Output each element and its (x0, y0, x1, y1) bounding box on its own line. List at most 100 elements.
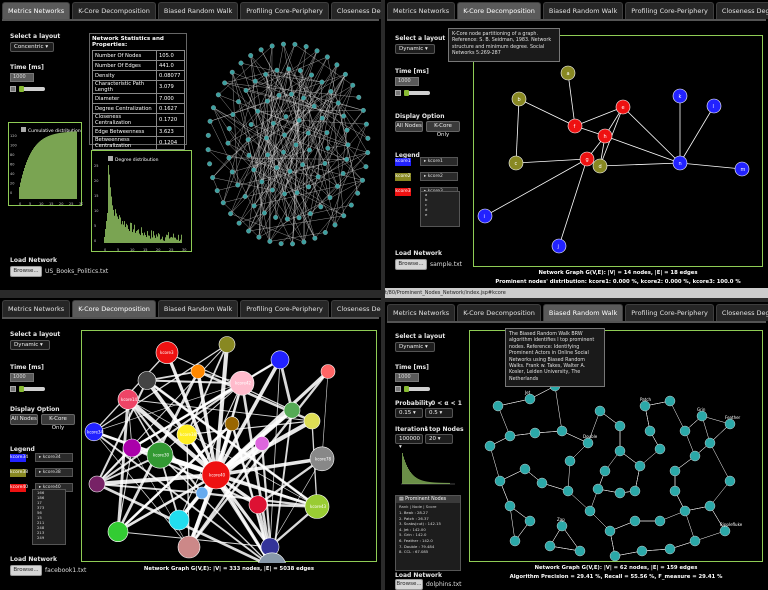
legend-toggle-kcore1[interactable]: ▸ kcore1 (420, 157, 458, 166)
graph-node (334, 62, 340, 68)
prominent-nodes-list[interactable]: 1. Beak : 28.27 2. Patch : 26.37 3. Scabs(… (396, 510, 460, 555)
kcore-only-button[interactable]: K-Core Only (41, 414, 75, 431)
tab-closeness[interactable]: Closeness Degree Algorithm (715, 2, 768, 19)
tab-kcore[interactable]: K-Core Decomposition (72, 2, 156, 19)
prominent-nodes-title: ▤ Prominent Nodes (396, 496, 460, 503)
layout-select[interactable]: Concentric ▾ (10, 42, 54, 52)
tab-closeness[interactable]: Closeness Degree Algorithm (715, 304, 768, 321)
legend-toggle-label: kcore38 (42, 470, 61, 475)
all-nodes-button[interactable]: All Nodes (395, 121, 423, 132)
kcore-only-button[interactable]: K-Core Only (426, 121, 460, 138)
node-list[interactable]: abcde (420, 191, 460, 227)
degree-bar (121, 224, 122, 243)
tab-metrics-networks[interactable]: Metrics Networks (387, 2, 456, 19)
histogram-bar (411, 473, 412, 484)
network-graph-svg[interactable]: a b c d e f g h i j k l m n (474, 36, 764, 268)
layout-select[interactable]: Dynamic ▾ (10, 340, 50, 350)
graph-node (246, 152, 252, 158)
tab-profiling[interactable]: Profiling Core-Periphery (240, 2, 329, 19)
graph-node (342, 71, 348, 77)
graph-node (243, 87, 249, 93)
browse-button[interactable]: Browse... (395, 259, 427, 270)
list-item[interactable]: 249 (33, 535, 65, 540)
screenshot-collage: Metrics Networks K-Core Decomposition Bi… (0, 0, 768, 590)
stats-key: Degree Centralization (92, 103, 157, 114)
time-slider[interactable] (19, 86, 45, 92)
toggle-box[interactable] (395, 90, 401, 96)
time-slider[interactable] (404, 386, 430, 392)
top-nodes-select[interactable]: 20 ▾ (425, 434, 453, 444)
graph-node (556, 425, 568, 437)
graph-node-label: kcore14 (121, 397, 138, 402)
tab-biased-random-walk[interactable]: Biased Random Walk (157, 2, 239, 19)
y-tick-label: 10 (94, 209, 98, 213)
alpha-select[interactable]: 0.5 ▾ (425, 408, 453, 418)
legend-toggle-kcore38[interactable]: ▸ kcore38 (35, 468, 73, 477)
tab-profiling[interactable]: Profiling Core-Periphery (625, 304, 714, 321)
cumulative-bar (35, 145, 36, 199)
degree-bar (139, 233, 140, 243)
graph-node (355, 190, 361, 196)
time-slider[interactable] (19, 386, 45, 392)
layout-select[interactable]: Dynamic ▾ (395, 342, 435, 352)
time-input[interactable]: 1000 (395, 373, 419, 382)
network-graph-concentric[interactable] (202, 26, 374, 266)
tab-biased-random-walk[interactable]: Biased Random Walk (542, 2, 624, 19)
tab-metrics-networks[interactable]: Metrics Networks (2, 2, 71, 19)
url-bar[interactable]: t/80/Prominent_Nodes_Network/index.jsp#k… (385, 288, 768, 298)
browse-button[interactable]: Browse... (395, 579, 423, 590)
browse-button[interactable]: Browse... (10, 266, 42, 277)
graph-edge (338, 102, 358, 194)
probability-select[interactable]: 0.15 ▾ (395, 408, 423, 418)
toggle-box[interactable] (10, 386, 16, 392)
legend-toggle-kcore2[interactable]: ▸ kcore2 (420, 172, 458, 181)
tab-biased-random-walk[interactable]: Biased Random Walk (157, 300, 239, 317)
y-tick-label: 120 (10, 134, 17, 138)
degree-bar (124, 221, 125, 243)
tab-kcore[interactable]: K-Core Decomposition (457, 304, 541, 321)
histogram-bar (434, 482, 435, 484)
graph-node-j (551, 238, 567, 254)
cumulative-bar (63, 132, 64, 199)
time-input[interactable]: 1000 (395, 77, 419, 86)
cumulative-bar (30, 153, 31, 199)
tab-biased-random-walk[interactable]: Biased Random Walk (542, 304, 624, 321)
graph-edge (599, 162, 681, 167)
tab-kcore[interactable]: K-Core Decomposition (457, 2, 541, 19)
all-nodes-button[interactable]: All Nodes (10, 414, 38, 425)
graph-node-label: kcore30 (153, 453, 170, 458)
network-graph-svg[interactable]: kcore40 kcore3 kcore38 kcore34 kcore30 kcore1… (82, 331, 378, 582)
toggle-box[interactable] (395, 386, 401, 392)
time-input[interactable]: 1000 (10, 73, 34, 82)
degree-bar (173, 233, 174, 243)
browse-button[interactable]: Browse... (10, 565, 42, 576)
tab-metrics-networks[interactable]: Metrics Networks (387, 304, 456, 321)
x-tick-label: 15 (143, 248, 147, 252)
layout-select[interactable]: Dynamic ▾ (395, 44, 435, 54)
graph-edge (212, 157, 230, 178)
tab-profiling[interactable]: Profiling Core-Periphery (625, 2, 714, 19)
legend-toggle-kcore34[interactable]: ▸ kcore34 (35, 453, 73, 462)
prominent-nodes-panel: ▤ Prominent Nodes Rank | Node | Score 1.… (395, 495, 461, 571)
iterations-select[interactable]: 100000 ▾ (395, 434, 423, 450)
list-item[interactable]: e (421, 212, 459, 217)
graph-node (327, 195, 333, 201)
tab-closeness[interactable]: Closeness Degree Algorithm (330, 2, 381, 19)
tab-profiling[interactable]: Profiling Core-Periphery (240, 300, 329, 317)
histogram-bar (410, 471, 411, 484)
graph-node (335, 100, 341, 106)
degree-bar (120, 217, 121, 243)
cumulative-bar (33, 148, 34, 199)
time-input[interactable]: 1000 (10, 373, 34, 382)
histogram-bar (435, 482, 436, 484)
tab-metrics-networks[interactable]: Metrics Networks (2, 300, 71, 317)
degree-bar (172, 237, 173, 243)
graph-node-label: kcore42 (235, 381, 252, 386)
toggle-box[interactable] (10, 86, 16, 92)
tab-kcore[interactable]: K-Core Decomposition (72, 300, 156, 317)
tab-closeness[interactable]: Closeness Degree Algorithm (330, 300, 381, 317)
time-slider[interactable] (404, 90, 430, 96)
histogram-bar (409, 470, 410, 484)
prominent-node-row[interactable]: 8. CCL : 67.085 (396, 549, 460, 555)
node-list[interactable]: 166 186 17 373 56 15 211 248 213 249 (32, 489, 66, 545)
